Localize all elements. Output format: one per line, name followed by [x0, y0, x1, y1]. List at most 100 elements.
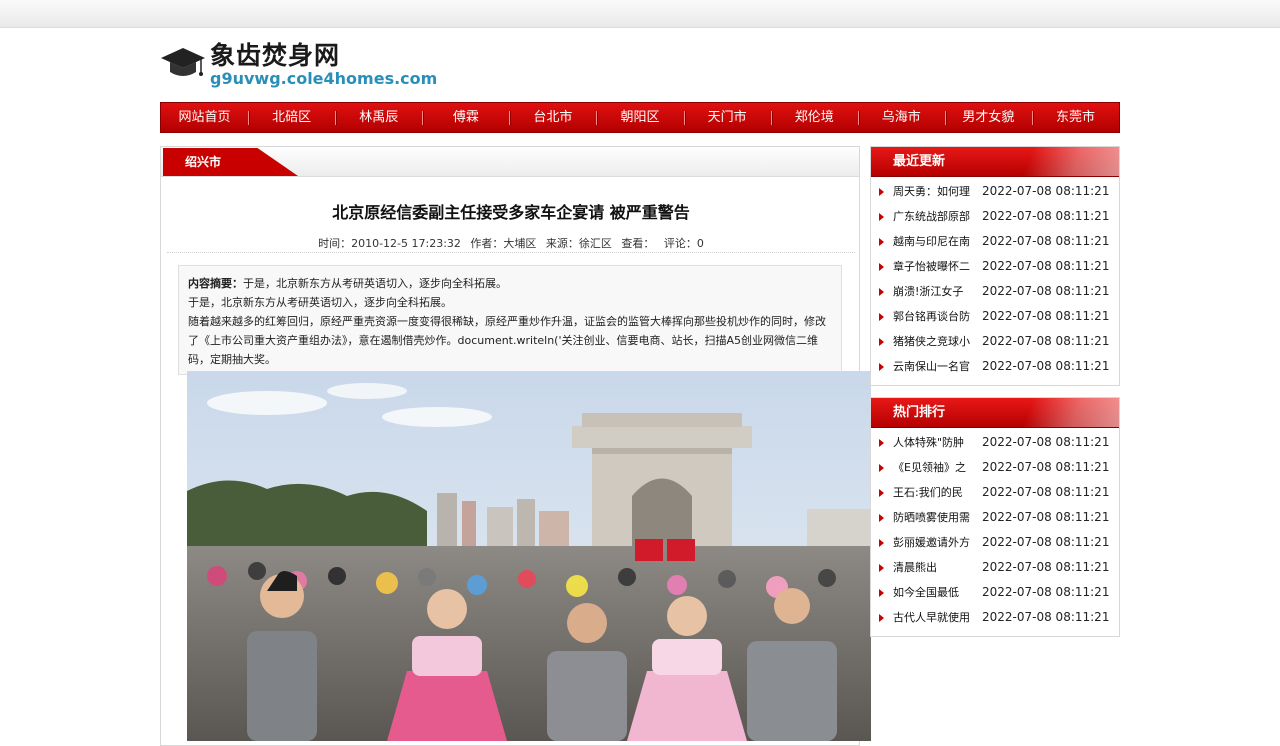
list-item[interactable]: 广东统战部原部 2022-07-08 08:11:21	[871, 204, 1119, 229]
triangle-bullet-icon	[879, 263, 884, 271]
article-meta: 时间：2010-12-5 17:23:32 作者：大埔区 来源：徐汇区 查看： …	[161, 235, 861, 251]
item-date: 2022-07-08 08:11:21	[982, 535, 1110, 549]
item-title[interactable]: 郭台铭再谈台防	[893, 304, 977, 329]
list-item[interactable]: 古代人早就使用 2022-07-08 08:11:21	[871, 605, 1119, 630]
site-domain: g9uvwg.cole4homes.com	[210, 69, 438, 88]
item-title[interactable]: 《E见领袖》之	[893, 455, 977, 480]
triangle-bullet-icon	[879, 363, 884, 371]
item-title[interactable]: 周天勇：如何理	[893, 179, 977, 204]
hot-ranking-title: 热门排行	[871, 398, 1119, 428]
graduation-cap-icon	[161, 48, 205, 76]
triangle-bullet-icon	[879, 539, 884, 547]
triangle-bullet-icon	[879, 564, 884, 572]
nav-item-home[interactable]: 网站首页	[161, 103, 248, 132]
photo-illustration	[187, 371, 871, 741]
item-date: 2022-07-08 08:11:21	[982, 460, 1110, 474]
list-item[interactable]: 《E见领袖》之 2022-07-08 08:11:21	[871, 455, 1119, 480]
item-title[interactable]: 人体特殊"防肿	[893, 430, 977, 455]
triangle-bullet-icon	[879, 589, 884, 597]
article-summary: 内容摘要：于是，北京新东方从考研英语切入，逐步向全科拓展。 于是，北京新东方从考…	[178, 265, 842, 375]
nav-item[interactable]: 林禹辰	[335, 103, 422, 132]
item-title[interactable]: 崩溃!浙江女子	[893, 279, 977, 304]
list-item[interactable]: 人体特殊"防肿 2022-07-08 08:11:21	[871, 430, 1119, 455]
meta-author: 作者：大埔区	[470, 237, 537, 250]
list-item[interactable]: 如今全国最低 2022-07-08 08:11:21	[871, 580, 1119, 605]
category-tab[interactable]: 绍兴市	[163, 148, 298, 176]
list-item[interactable]: 郭台铭再谈台防 2022-07-08 08:11:21	[871, 304, 1119, 329]
item-date: 2022-07-08 08:11:21	[982, 234, 1110, 248]
item-title[interactable]: 章子怡被曝怀二	[893, 254, 977, 279]
site-title: 象齿焚身网	[210, 41, 341, 70]
triangle-bullet-icon	[879, 213, 884, 221]
triangle-bullet-icon	[879, 288, 884, 296]
item-title[interactable]: 古代人早就使用	[893, 605, 977, 630]
item-date: 2022-07-08 08:11:21	[982, 259, 1110, 273]
list-item[interactable]: 云南保山一名官 2022-07-08 08:11:21	[871, 354, 1119, 379]
nav-item[interactable]: 郑伦境	[770, 103, 858, 132]
meta-views: 查看：	[621, 237, 655, 250]
triangle-bullet-icon	[879, 464, 884, 472]
meta-time: 时间：2010-12-5 17:23:32	[318, 237, 461, 250]
triangle-bullet-icon	[879, 514, 884, 522]
item-date: 2022-07-08 08:11:21	[982, 435, 1110, 449]
list-item[interactable]: 周天勇：如何理 2022-07-08 08:11:21	[871, 179, 1119, 204]
item-title[interactable]: 清晨熊出	[893, 555, 977, 580]
triangle-bullet-icon	[879, 338, 884, 346]
item-title[interactable]: 云南保山一名官	[893, 354, 977, 379]
nav-item[interactable]: 傅霖	[422, 103, 509, 132]
item-date: 2022-07-08 08:11:21	[982, 560, 1110, 574]
item-date: 2022-07-08 08:11:21	[982, 485, 1110, 499]
hot-ranking-list: 人体特殊"防肿 2022-07-08 08:11:21 《E见领袖》之 2022-0…	[871, 428, 1119, 630]
item-title[interactable]: 王石:我们的民	[893, 480, 977, 505]
hot-ranking-panel: 热门排行 人体特殊"防肿 2022-07-08 08:11:21 《E见领袖》之 2…	[870, 397, 1120, 637]
list-item[interactable]: 崩溃!浙江女子 2022-07-08 08:11:21	[871, 279, 1119, 304]
item-date: 2022-07-08 08:11:21	[982, 309, 1110, 323]
list-item[interactable]: 越南与印尼在南 2022-07-08 08:11:21	[871, 229, 1119, 254]
summary-label: 内容摘要：	[188, 277, 243, 290]
item-date: 2022-07-08 08:11:21	[982, 334, 1110, 348]
nav-item[interactable]: 东莞市	[1031, 103, 1119, 132]
triangle-bullet-icon	[879, 439, 884, 447]
nav-item[interactable]: 台北市	[509, 103, 596, 132]
triangle-bullet-icon	[879, 238, 884, 246]
article-panel-header: 绍兴市	[161, 147, 859, 177]
item-date: 2022-07-08 08:11:21	[982, 585, 1110, 599]
recent-updates-panel: 最近更新 周天勇：如何理 2022-07-08 08:11:21 广东统战部原部 2…	[870, 146, 1120, 386]
meta-comments: 评论：0	[663, 237, 704, 250]
item-title[interactable]: 广东统战部原部	[893, 204, 977, 229]
item-date: 2022-07-08 08:11:21	[982, 284, 1110, 298]
item-date: 2022-07-08 08:11:21	[982, 359, 1110, 373]
list-item[interactable]: 彭丽媛邀请外方 2022-07-08 08:11:21	[871, 530, 1119, 555]
recent-updates-title: 最近更新	[871, 147, 1119, 177]
list-item[interactable]: 猪猪侠之竞球小 2022-07-08 08:11:21	[871, 329, 1119, 354]
item-title[interactable]: 越南与印尼在南	[893, 229, 977, 254]
list-item[interactable]: 防晒喷雾使用需 2022-07-08 08:11:21	[871, 505, 1119, 530]
item-title[interactable]: 如今全国最低	[893, 580, 977, 605]
nav-item[interactable]: 乌海市	[857, 103, 945, 132]
article-paragraph: 随着越来越多的红筹回归，原经严重壳资源一度变得很稀缺，原经严重炒作升温，证监会的…	[188, 315, 826, 366]
article-panel: 绍兴市 北京原经信委副主任接受多家车企宴请 被严重警告 时间：2010-12-5…	[160, 146, 871, 746]
item-date: 2022-07-08 08:11:21	[982, 610, 1110, 624]
triangle-bullet-icon	[879, 188, 884, 196]
triangle-bullet-icon	[879, 489, 884, 497]
list-item[interactable]: 章子怡被曝怀二 2022-07-08 08:11:21	[871, 254, 1119, 279]
list-item[interactable]: 清晨熊出 2022-07-08 08:11:21	[871, 555, 1119, 580]
nav-item[interactable]: 朝阳区	[596, 103, 683, 132]
triangle-bullet-icon	[879, 614, 884, 622]
item-title[interactable]: 彭丽媛邀请外方	[893, 530, 977, 555]
site-logo[interactable]: 象齿焚身网 g9uvwg.cole4homes.com	[160, 36, 437, 92]
item-title[interactable]: 猪猪侠之竞球小	[893, 329, 977, 354]
meta-source: 来源：徐汇区	[545, 237, 612, 250]
nav-item[interactable]: 男才女貌	[944, 103, 1032, 132]
divider	[167, 252, 855, 253]
item-title[interactable]: 防晒喷雾使用需	[893, 505, 977, 530]
summary-text: 于是，北京新东方从考研英语切入，逐步向全科拓展。	[243, 277, 507, 290]
list-item[interactable]: 王石:我们的民 2022-07-08 08:11:21	[871, 480, 1119, 505]
article-paragraph: 于是，北京新东方从考研英语切入，逐步向全科拓展。	[188, 296, 452, 309]
nav-item[interactable]: 北碚区	[248, 103, 335, 132]
nav-item[interactable]: 天门市	[683, 103, 771, 132]
recent-updates-list: 周天勇：如何理 2022-07-08 08:11:21 广东统战部原部 2022-0…	[871, 177, 1119, 379]
item-date: 2022-07-08 08:11:21	[982, 184, 1110, 198]
main-nav: 网站首页 北碚区 林禹辰 傅霖 台北市 朝阳区 天门市 郑伦境 乌海市 男才女貌…	[160, 102, 1120, 133]
item-date: 2022-07-08 08:11:21	[982, 209, 1110, 223]
